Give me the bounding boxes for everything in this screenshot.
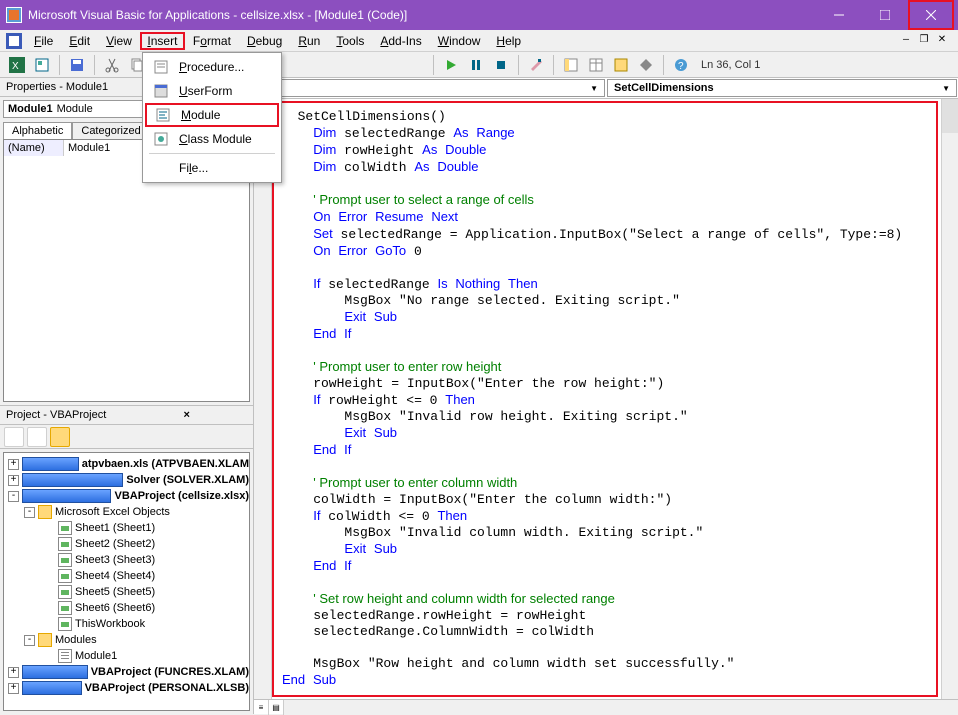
break-icon[interactable] (465, 54, 487, 76)
insert-module[interactable]: Module (145, 103, 279, 127)
project-explorer-panel: Project - VBAProject × +atpvbaen.xls (AT… (0, 406, 253, 714)
tree-node[interactable]: Sheet6 (Sheet6) (4, 600, 249, 616)
menu-run[interactable]: Run (290, 32, 328, 50)
tree-node[interactable]: Module1 (4, 648, 249, 664)
tree-node[interactable]: +atpvbaen.xls (ATPVBAEN.XLAM (4, 456, 249, 472)
insert-module-icon[interactable] (31, 54, 53, 76)
properties-tab-categorized[interactable]: Categorized (72, 122, 149, 139)
maximize-button[interactable] (862, 0, 908, 30)
tree-node[interactable]: -VBAProject (cellsize.xlsx) (4, 488, 249, 504)
toggle-folders-icon[interactable] (50, 427, 70, 447)
menu-insert[interactable]: Insert (140, 32, 185, 50)
insert-class-module[interactable]: Class Module (145, 127, 279, 151)
class-module-icon (151, 130, 171, 148)
design-mode-icon[interactable] (525, 54, 547, 76)
chevron-down-icon: ▼ (942, 84, 950, 93)
procedure-view-icon[interactable]: ≡ (254, 700, 269, 715)
project-explorer-icon[interactable] (560, 54, 582, 76)
chevron-down-icon: ▼ (590, 84, 598, 93)
tree-node[interactable]: Sheet5 (Sheet5) (4, 584, 249, 600)
cursor-position: Ln 36, Col 1 (695, 59, 952, 71)
properties-tab-alphabetic[interactable]: Alphabetic (3, 122, 72, 139)
project-explorer-title: Project - VBAProject (6, 409, 127, 421)
tree-node[interactable]: +VBAProject (PERSONAL.XLSB) (4, 680, 249, 696)
object-browser-icon[interactable] (610, 54, 632, 76)
tree-node[interactable]: ThisWorkbook (4, 616, 249, 632)
vertical-scrollbar[interactable] (941, 99, 958, 699)
doc-close-button[interactable]: ✕ (934, 34, 950, 48)
object-dropdown[interactable]: al) ▼ (255, 79, 605, 97)
titlebar: Microsoft Visual Basic for Applications … (0, 0, 958, 30)
help-icon[interactable]: ? (670, 54, 692, 76)
menu-view[interactable]: View (98, 32, 140, 50)
minimize-button[interactable] (816, 0, 862, 30)
menu-file[interactable]: File (26, 32, 61, 50)
tree-node[interactable]: -Microsoft Excel Objects (4, 504, 249, 520)
save-icon[interactable] (66, 54, 88, 76)
procedure-dropdown[interactable]: SetCellDimensions ▼ (607, 79, 957, 97)
module-icon (153, 106, 173, 124)
cut-icon[interactable] (101, 54, 123, 76)
view-excel-icon[interactable]: X (6, 54, 28, 76)
code-editor[interactable]: SetCellDimensions() Dim selectedRange As… (272, 101, 938, 697)
menu-addins[interactable]: Add-Ins (372, 32, 429, 50)
tree-node[interactable]: Sheet1 (Sheet1) (4, 520, 249, 536)
doc-restore-button[interactable]: ❐ (916, 34, 932, 48)
properties-title: Properties - Module1 (6, 81, 127, 93)
menu-edit[interactable]: Edit (61, 32, 98, 50)
insert-userform[interactable]: UserForm (145, 79, 279, 103)
tree-node[interactable]: Sheet2 (Sheet2) (4, 536, 249, 552)
project-tree[interactable]: +atpvbaen.xls (ATPVBAEN.XLAM+Solver (SOL… (3, 452, 250, 711)
procedure-icon (151, 58, 171, 76)
tree-node[interactable]: -Modules (4, 632, 249, 648)
menu-help[interactable]: Help (488, 32, 529, 50)
menu-window[interactable]: Window (430, 32, 489, 50)
code-margin (254, 99, 272, 699)
svg-text:?: ? (678, 61, 684, 72)
tree-node[interactable]: +Solver (SOLVER.XLAM) (4, 472, 249, 488)
svg-text:X: X (12, 61, 19, 72)
reset-icon[interactable] (490, 54, 512, 76)
property-name: (Name) (4, 140, 64, 156)
toolbox-icon[interactable] (635, 54, 657, 76)
document-sys-icon[interactable] (6, 33, 22, 49)
close-button[interactable] (908, 0, 954, 30)
code-window: al) ▼ SetCellDimensions ▼ SetCellDimensi… (254, 78, 958, 714)
insert-procedure[interactable]: Procedure... (145, 55, 279, 79)
view-code-icon[interactable] (4, 427, 24, 447)
menu-debug[interactable]: Debug (239, 32, 290, 50)
doc-minimize-button[interactable]: — (898, 34, 914, 48)
properties-window-icon[interactable] (585, 54, 607, 76)
insert-file[interactable]: File... (145, 156, 279, 180)
project-explorer-close-icon[interactable]: × (127, 409, 248, 421)
window-title: Microsoft Visual Basic for Applications … (28, 8, 816, 22)
userform-icon (151, 82, 171, 100)
tree-node[interactable]: Sheet3 (Sheet3) (4, 552, 249, 568)
tree-node[interactable]: Sheet4 (Sheet4) (4, 568, 249, 584)
tree-node[interactable]: +VBAProject (FUNCRES.XLAM) (4, 664, 249, 680)
run-icon[interactable] (440, 54, 462, 76)
menu-tools[interactable]: Tools (328, 32, 372, 50)
full-module-view-icon[interactable]: ▤ (269, 700, 284, 715)
menubar: File Edit View Insert Format Debug Run T… (0, 30, 958, 52)
vba-app-icon (6, 7, 22, 23)
view-object-icon[interactable] (27, 427, 47, 447)
horizontal-scrollbar[interactable] (284, 700, 958, 714)
menu-format[interactable]: Format (185, 32, 239, 50)
insert-dropdown-menu: Procedure... UserForm Module Class Modul… (142, 52, 282, 183)
